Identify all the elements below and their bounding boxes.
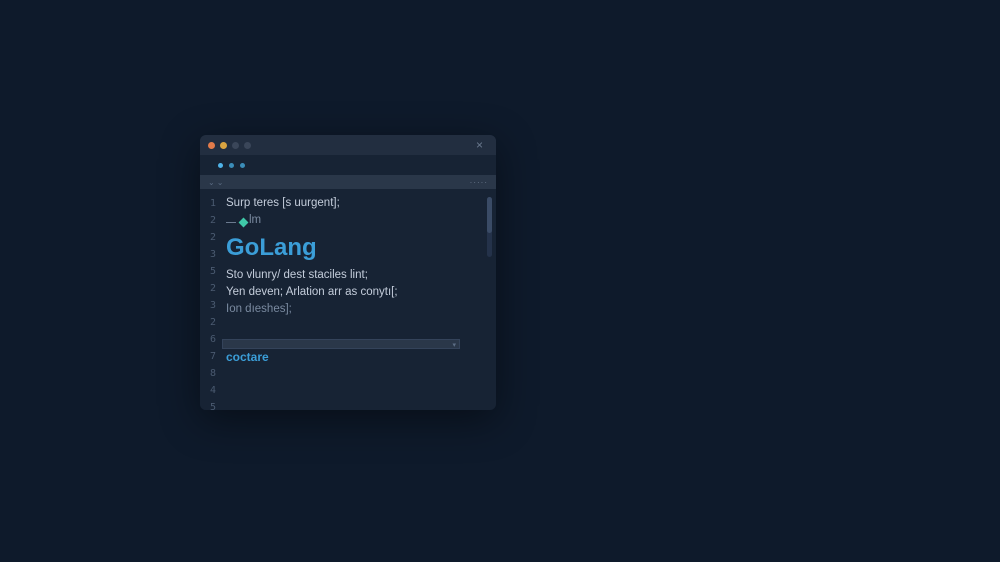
- line-number: 2: [200, 280, 216, 297]
- line-number: 8: [200, 365, 216, 382]
- tab-indicator-icon[interactable]: [218, 163, 223, 168]
- line-number: 5: [200, 263, 216, 280]
- disabled-dot-icon: [244, 142, 251, 149]
- code-area[interactable]: Surp teres [s uurgent]; lm GoLang Sto vl…: [222, 189, 496, 410]
- line-gutter: 1 2 2 3 5 2 3 2 6 7 8 4 5 6: [200, 189, 222, 410]
- arrow-diamond-icon: [226, 219, 249, 226]
- fold-chevrons-icon[interactable]: ⌄⌄: [208, 178, 223, 187]
- language-heading: GoLang: [226, 231, 496, 265]
- tab-indicator-icon[interactable]: [240, 163, 245, 168]
- chevron-down-icon: ▾: [452, 341, 456, 349]
- scrollbar-thumb[interactable]: [487, 197, 492, 233]
- titlebar: ×: [200, 135, 496, 155]
- traffic-lights: [208, 142, 251, 149]
- line-number: 2: [200, 212, 216, 229]
- scrollbar[interactable]: [487, 197, 492, 257]
- sub-toolbar: ⌄⌄ ·····: [200, 175, 496, 189]
- tab-indicator-icon[interactable]: [229, 163, 234, 168]
- code-line: Ion dıeshes];: [226, 301, 496, 318]
- line-number: 1: [200, 195, 216, 212]
- line-number: 5: [200, 399, 216, 410]
- link-word[interactable]: coctare: [226, 350, 269, 364]
- code-line: Surp teres [s uurgent];: [226, 195, 496, 212]
- line-number: 2: [200, 314, 216, 331]
- line-number: 6: [200, 331, 216, 348]
- line-number: 3: [200, 246, 216, 263]
- editor-body: 1 2 2 3 5 2 3 2 6 7 8 4 5 6 Surp teres […: [200, 189, 496, 410]
- minimize-dot-icon[interactable]: [220, 142, 227, 149]
- more-dots-icon[interactable]: ·····: [470, 178, 488, 187]
- line-number: 4: [200, 382, 216, 399]
- line-number: 3: [200, 297, 216, 314]
- tab-strip: [200, 155, 496, 175]
- code-line: coctare: [226, 349, 496, 367]
- line-number: 2: [200, 229, 216, 246]
- close-icon[interactable]: ×: [476, 139, 488, 151]
- code-line: [226, 318, 496, 335]
- code-line: Yen deven; Arlation arr as conytı[;: [226, 284, 496, 301]
- close-dot-icon[interactable]: [208, 142, 215, 149]
- disabled-dot-icon: [232, 142, 239, 149]
- dropdown-select[interactable]: ▾: [222, 339, 460, 349]
- line-number: 7: [200, 348, 216, 365]
- code-line: Sto vlunry/ dest staciles lint;: [226, 267, 496, 284]
- code-line: lm: [226, 212, 496, 229]
- editor-window: × ⌄⌄ ····· 1 2 2 3 5 2 3 2 6 7 8 4 5 6: [200, 135, 496, 410]
